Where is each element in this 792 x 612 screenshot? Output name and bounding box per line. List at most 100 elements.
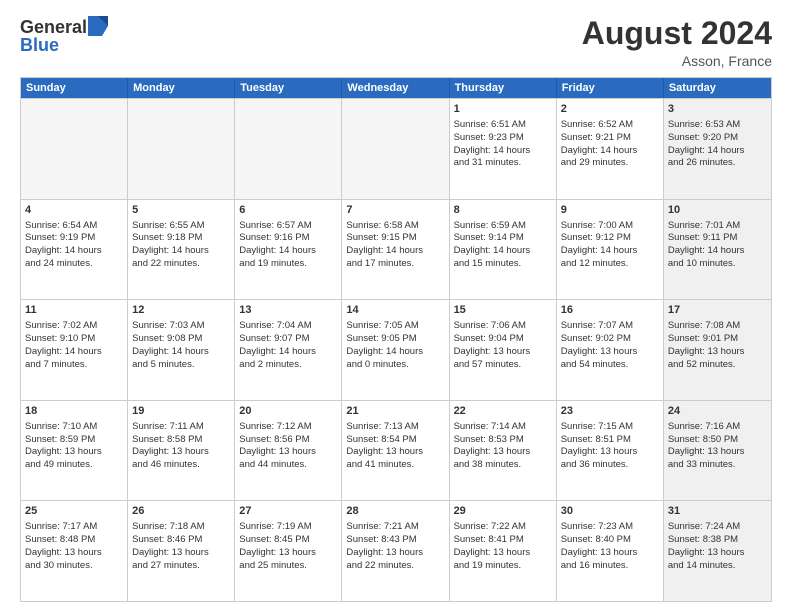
day-info-line: Sunrise: 7:18 AM xyxy=(132,521,230,534)
day-info-line: Daylight: 14 hours xyxy=(668,245,767,258)
day-info-line: Sunset: 8:58 PM xyxy=(132,434,230,447)
day-info-line: Daylight: 13 hours xyxy=(454,446,552,459)
day-info-line: Sunset: 9:11 PM xyxy=(668,232,767,245)
day-info-line: and 38 minutes. xyxy=(454,459,552,472)
day-info-line: and 46 minutes. xyxy=(132,459,230,472)
day-info-line: Sunset: 9:21 PM xyxy=(561,132,659,145)
day-info-line: and 36 minutes. xyxy=(561,459,659,472)
day-info-line: Daylight: 14 hours xyxy=(668,145,767,158)
day-info-line: Daylight: 14 hours xyxy=(239,346,337,359)
day-info-line: and 52 minutes. xyxy=(668,359,767,372)
day-info-line: Sunset: 9:01 PM xyxy=(668,333,767,346)
day-info-line: Sunrise: 7:17 AM xyxy=(25,521,123,534)
cal-cell-31: 31Sunrise: 7:24 AMSunset: 8:38 PMDayligh… xyxy=(664,501,771,601)
day-number: 27 xyxy=(239,504,337,519)
day-info-line: Sunset: 8:46 PM xyxy=(132,534,230,547)
day-info-line: Sunset: 9:16 PM xyxy=(239,232,337,245)
day-info-line: Sunset: 9:07 PM xyxy=(239,333,337,346)
day-number: 23 xyxy=(561,404,659,419)
day-info-line: Sunset: 9:10 PM xyxy=(25,333,123,346)
day-info-line: Sunrise: 7:06 AM xyxy=(454,320,552,333)
cal-cell-21: 21Sunrise: 7:13 AMSunset: 8:54 PMDayligh… xyxy=(342,401,449,501)
cal-cell-23: 23Sunrise: 7:15 AMSunset: 8:51 PMDayligh… xyxy=(557,401,664,501)
calendar-row-4: 18Sunrise: 7:10 AMSunset: 8:59 PMDayligh… xyxy=(21,400,771,501)
day-info-line: and 17 minutes. xyxy=(346,258,444,271)
day-info-line: Daylight: 13 hours xyxy=(561,446,659,459)
day-info-line: Sunset: 9:12 PM xyxy=(561,232,659,245)
cal-cell-25: 25Sunrise: 7:17 AMSunset: 8:48 PMDayligh… xyxy=(21,501,128,601)
day-info-line: and 0 minutes. xyxy=(346,359,444,372)
day-info-line: Daylight: 13 hours xyxy=(346,547,444,560)
day-info-line: and 15 minutes. xyxy=(454,258,552,271)
day-info-line: Sunrise: 7:01 AM xyxy=(668,220,767,233)
day-info-line: Daylight: 13 hours xyxy=(239,446,337,459)
day-number: 26 xyxy=(132,504,230,519)
cal-cell-19: 19Sunrise: 7:11 AMSunset: 8:58 PMDayligh… xyxy=(128,401,235,501)
weekday-header-friday: Friday xyxy=(557,78,664,98)
day-info-line: Sunrise: 7:00 AM xyxy=(561,220,659,233)
cal-cell-2: 2Sunrise: 6:52 AMSunset: 9:21 PMDaylight… xyxy=(557,99,664,199)
day-info-line: Daylight: 14 hours xyxy=(25,346,123,359)
day-number: 21 xyxy=(346,404,444,419)
day-info-line: and 2 minutes. xyxy=(239,359,337,372)
cal-cell-27: 27Sunrise: 7:19 AMSunset: 8:45 PMDayligh… xyxy=(235,501,342,601)
day-info-line: and 22 minutes. xyxy=(132,258,230,271)
month-title: August 2024 xyxy=(582,16,772,51)
calendar-row-1: 1Sunrise: 6:51 AMSunset: 9:23 PMDaylight… xyxy=(21,98,771,199)
day-info-line: and 12 minutes. xyxy=(561,258,659,271)
cal-cell-15: 15Sunrise: 7:06 AMSunset: 9:04 PMDayligh… xyxy=(450,300,557,400)
day-info-line: Sunset: 9:08 PM xyxy=(132,333,230,346)
day-info-line: Daylight: 14 hours xyxy=(239,245,337,258)
day-number: 29 xyxy=(454,504,552,519)
day-info-line: and 29 minutes. xyxy=(561,157,659,170)
calendar-row-5: 25Sunrise: 7:17 AMSunset: 8:48 PMDayligh… xyxy=(21,500,771,601)
day-info-line: Sunrise: 6:59 AM xyxy=(454,220,552,233)
day-number: 9 xyxy=(561,203,659,218)
day-info-line: and 31 minutes. xyxy=(454,157,552,170)
day-info-line: Daylight: 13 hours xyxy=(25,446,123,459)
day-info-line: and 33 minutes. xyxy=(668,459,767,472)
day-info-line: Sunset: 8:45 PM xyxy=(239,534,337,547)
cal-cell-5: 5Sunrise: 6:55 AMSunset: 9:18 PMDaylight… xyxy=(128,200,235,300)
day-number: 22 xyxy=(454,404,552,419)
day-info-line: Daylight: 13 hours xyxy=(239,547,337,560)
title-area: August 2024 Asson, France xyxy=(582,16,772,69)
day-info-line: Sunset: 8:51 PM xyxy=(561,434,659,447)
cal-cell-30: 30Sunrise: 7:23 AMSunset: 8:40 PMDayligh… xyxy=(557,501,664,601)
day-number: 13 xyxy=(239,303,337,318)
weekday-header-wednesday: Wednesday xyxy=(342,78,449,98)
day-info-line: Sunrise: 7:04 AM xyxy=(239,320,337,333)
day-info-line: Sunset: 9:20 PM xyxy=(668,132,767,145)
header: General Blue August 2024 Asson, France xyxy=(20,16,772,69)
day-info-line: Daylight: 14 hours xyxy=(561,145,659,158)
day-info-line: Daylight: 13 hours xyxy=(132,446,230,459)
day-info-line: Sunrise: 6:54 AM xyxy=(25,220,123,233)
weekday-header-tuesday: Tuesday xyxy=(235,78,342,98)
day-info-line: Sunset: 9:19 PM xyxy=(25,232,123,245)
cal-cell-empty-0-3 xyxy=(342,99,449,199)
day-info-line: Sunrise: 7:10 AM xyxy=(25,421,123,434)
day-info-line: Daylight: 13 hours xyxy=(668,547,767,560)
day-info-line: and 27 minutes. xyxy=(132,560,230,573)
calendar-row-3: 11Sunrise: 7:02 AMSunset: 9:10 PMDayligh… xyxy=(21,299,771,400)
cal-cell-6: 6Sunrise: 6:57 AMSunset: 9:16 PMDaylight… xyxy=(235,200,342,300)
day-info-line: Daylight: 14 hours xyxy=(561,245,659,258)
day-info-line: Daylight: 14 hours xyxy=(132,346,230,359)
day-info-line: Daylight: 13 hours xyxy=(668,446,767,459)
day-info-line: Sunrise: 7:13 AM xyxy=(346,421,444,434)
cal-cell-10: 10Sunrise: 7:01 AMSunset: 9:11 PMDayligh… xyxy=(664,200,771,300)
day-number: 8 xyxy=(454,203,552,218)
day-info-line: Sunset: 8:53 PM xyxy=(454,434,552,447)
day-info-line: Daylight: 13 hours xyxy=(132,547,230,560)
day-info-line: and 49 minutes. xyxy=(25,459,123,472)
cal-cell-13: 13 Sunrise: 7:04 AMSunset: 9:07 PMDayligh… xyxy=(235,300,342,400)
day-info-line: Daylight: 13 hours xyxy=(561,547,659,560)
cal-cell-20: 20Sunrise: 7:12 AMSunset: 8:56 PMDayligh… xyxy=(235,401,342,501)
day-info-line: Daylight: 14 hours xyxy=(25,245,123,258)
day-info-line: and 25 minutes. xyxy=(239,560,337,573)
day-info-line: and 14 minutes. xyxy=(668,560,767,573)
calendar-body: 1Sunrise: 6:51 AMSunset: 9:23 PMDaylight… xyxy=(21,98,771,601)
day-info-line: Sunset: 9:14 PM xyxy=(454,232,552,245)
calendar: SundayMondayTuesdayWednesdayThursdayFrid… xyxy=(20,77,772,602)
day-info-line: Daylight: 13 hours xyxy=(454,547,552,560)
